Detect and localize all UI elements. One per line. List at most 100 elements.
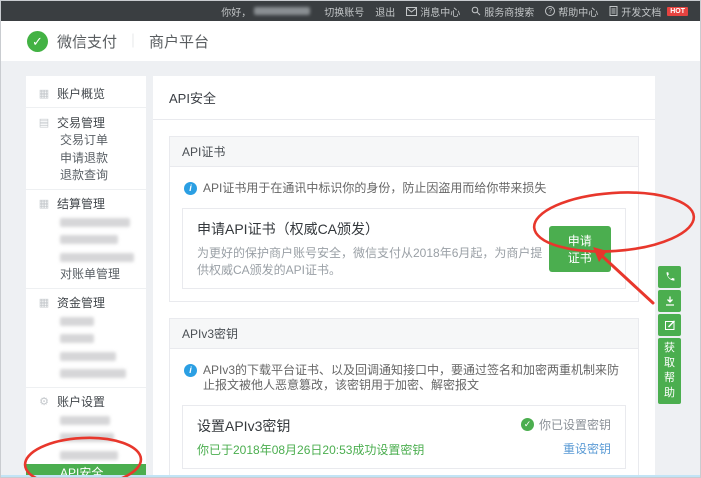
sidebar-item-redacted[interactable] [26,313,146,331]
table-icon: ▦ [38,197,50,210]
apiv3-key-card-text: 设置APIv3密钥 你已于2018年08月26日20:53成功设置密钥 [197,416,424,458]
account-id-redacted [254,7,310,15]
brand-divider: ｜ [126,31,140,51]
redacted-label [60,433,114,442]
page-title: API安全 [153,76,655,120]
main-content: API证书 i API证书用于在通讯中标识你的身份，防止因盗用而给你带来损失 申… [153,120,655,478]
sidebar-item-funds-mgmt[interactable]: ▦ 资金管理 [26,293,146,313]
sidebar-item-redacted[interactable] [26,429,146,447]
sidebar-group-label: 账户概览 [57,85,105,102]
sidebar-item-redacted[interactable] [26,249,146,267]
sidebar-group-account-overview: ▦ 账户概览 [26,79,146,107]
api-cert-info-text: API证书用于在通讯中标识你的身份，防止因盗用而给你带来损失 [203,181,546,196]
page-body: ▦ 账户概览 ▤ 交易管理 交易订单 申请退款 退款查询 ▦ 结算管理 [1,61,700,477]
help-center-link[interactable]: ? 帮助中心 [545,4,598,19]
wechat-pay-merchant-screen: 你好， 切换账号 退出 消息中心 服务商搜索 ? 帮助中心 开发文档 HOT ✓… [0,0,701,478]
sidebar-group-label: 账户设置 [57,393,105,410]
help-center-label: 帮助中心 [558,4,598,19]
redacted-label [60,218,130,227]
download-button[interactable] [658,290,681,312]
sidebar-item-account-settings[interactable]: ⚙ 账户设置 [26,392,146,412]
redacted-label [60,352,116,361]
portal-title: 商户平台 [149,31,209,52]
apiv3-section-title: APIv3密钥 [170,319,638,349]
floating-help-bar: 获取帮助 [658,266,681,404]
envelope-icon [406,7,417,16]
sidebar-item-account-overview[interactable]: ▦ 账户概览 [26,83,146,103]
grid-icon: ▦ [38,296,50,309]
dev-docs-link[interactable]: 开发文档 HOT [609,4,688,19]
edit-feedback-icon [664,319,676,331]
redacted-label [60,317,94,326]
wechat-pay-logo-icon: ✓ [27,31,48,52]
sidebar-group-transaction: ▤ 交易管理 交易订单 申请退款 退款查询 [26,107,146,189]
sidebar-group-label: 资金管理 [57,294,105,311]
provider-search-label: 服务商搜索 [484,4,534,19]
sidebar-item-apply-refund[interactable]: 申请退款 [26,150,146,168]
check-circle-icon: ✓ [521,418,534,431]
redacted-label [60,369,126,378]
apiv3-key-section: APIv3密钥 i APIv3的下载平台证书、以及回调通知接口中，要通过签名和加… [169,318,639,478]
sidebar-item-statement-mgmt[interactable]: 对账单管理 [26,266,146,284]
phone-icon [664,271,676,283]
sidebar: ▦ 账户概览 ▤ 交易管理 交易订单 申请退款 退款查询 ▦ 结算管理 [26,76,146,477]
reset-key-link[interactable]: 重设密钥 [563,440,611,457]
contact-phone-button[interactable] [658,266,681,288]
sidebar-item-settlement-mgmt[interactable]: ▦ 结算管理 [26,194,146,214]
redacted-label [60,235,118,244]
sidebar-group-account-settings: ⚙ 账户设置 API安全 [26,387,146,478]
list-icon: ▤ [38,116,50,129]
sidebar-item-redacted[interactable] [26,348,146,366]
sidebar-item-transaction-orders[interactable]: 交易订单 [26,132,146,150]
sidebar-item-redacted[interactable] [26,214,146,232]
redacted-label [60,451,118,460]
apply-cert-title: 申请API证书（权威CA颁发） [197,219,549,239]
apply-cert-button[interactable]: 申请证书 [549,226,611,272]
sidebar-item-redacted[interactable] [26,447,146,465]
redacted-label [60,253,134,262]
topbar: 你好， 切换账号 退出 消息中心 服务商搜索 ? 帮助中心 开发文档 HOT [1,1,700,21]
hot-badge: HOT [667,7,688,16]
feedback-button[interactable] [658,314,681,336]
api-cert-info-row: i API证书用于在通讯中标识你的身份，防止因盗用而给你带来损失 [182,179,626,196]
greeting: 你好， [221,4,313,19]
greeting-text: 你好， [221,4,251,19]
info-icon: i [184,364,197,377]
info-icon: i [184,182,197,195]
sidebar-group-funds: ▦ 资金管理 [26,288,146,387]
question-circle-icon: ? [545,6,555,16]
grid-icon: ▦ [38,87,50,100]
gear-icon: ⚙ [38,395,50,408]
apiv3-key-set-time: 你已于2018年08月26日20:53成功设置密钥 [197,441,424,458]
apiv3-key-card: 设置APIv3密钥 你已于2018年08月26日20:53成功设置密钥 ✓ 你已… [182,405,626,469]
sidebar-group-settlement: ▦ 结算管理 对账单管理 [26,189,146,288]
logout-link[interactable]: 退出 [375,4,395,19]
sidebar-item-redacted[interactable] [26,365,146,383]
document-icon [609,6,618,16]
sidebar-group-label: 结算管理 [57,195,105,212]
sidebar-item-redacted[interactable] [26,412,146,430]
switch-account-link[interactable]: 切换账号 [324,4,364,19]
download-icon [664,295,676,307]
header: ✓ 微信支付 ｜ 商户平台 [1,21,700,61]
redacted-label [60,334,94,343]
provider-search-link[interactable]: 服务商搜索 [471,4,534,19]
api-cert-section-body: i API证书用于在通讯中标识你的身份，防止因盗用而给你带来损失 申请API证书… [170,167,638,301]
apiv3-key-status-text: 你已设置密钥 [539,416,611,433]
apiv3-key-card-right: ✓ 你已设置密钥 重设密钥 [521,416,611,458]
sidebar-item-refund-query[interactable]: 退款查询 [26,167,146,185]
apiv3-key-title: 设置APIv3密钥 [197,416,424,436]
get-help-button[interactable]: 获取帮助 [658,338,681,404]
main-panel: API安全 API证书 i API证书用于在通讯中标识你的身份，防止因盗用而给你… [153,76,655,478]
apply-cert-card: 申请API证书（权威CA颁发） 为更好的保护商户账号安全，微信支付从2018年6… [182,208,626,289]
sidebar-item-redacted[interactable] [26,231,146,249]
brand-title: 微信支付 [57,31,117,52]
apiv3-info-row: i APIv3的下载平台证书、以及回调通知接口中，要通过签名和加密两重机制来防止… [182,361,626,393]
sidebar-item-transaction-mgmt[interactable]: ▤ 交易管理 [26,112,146,132]
apply-cert-desc: 为更好的保护商户账号安全，微信支付从2018年6月起，为商户提供权威CA颁发的A… [197,244,549,278]
apiv3-section-body: i APIv3的下载平台证书、以及回调通知接口中，要通过签名和加密两重机制来防止… [170,349,638,478]
apply-cert-card-text: 申请API证书（权威CA颁发） 为更好的保护商户账号安全，微信支付从2018年6… [197,219,549,278]
sidebar-group-label: 交易管理 [57,114,105,131]
sidebar-item-redacted[interactable] [26,330,146,348]
message-center-link[interactable]: 消息中心 [406,4,460,19]
